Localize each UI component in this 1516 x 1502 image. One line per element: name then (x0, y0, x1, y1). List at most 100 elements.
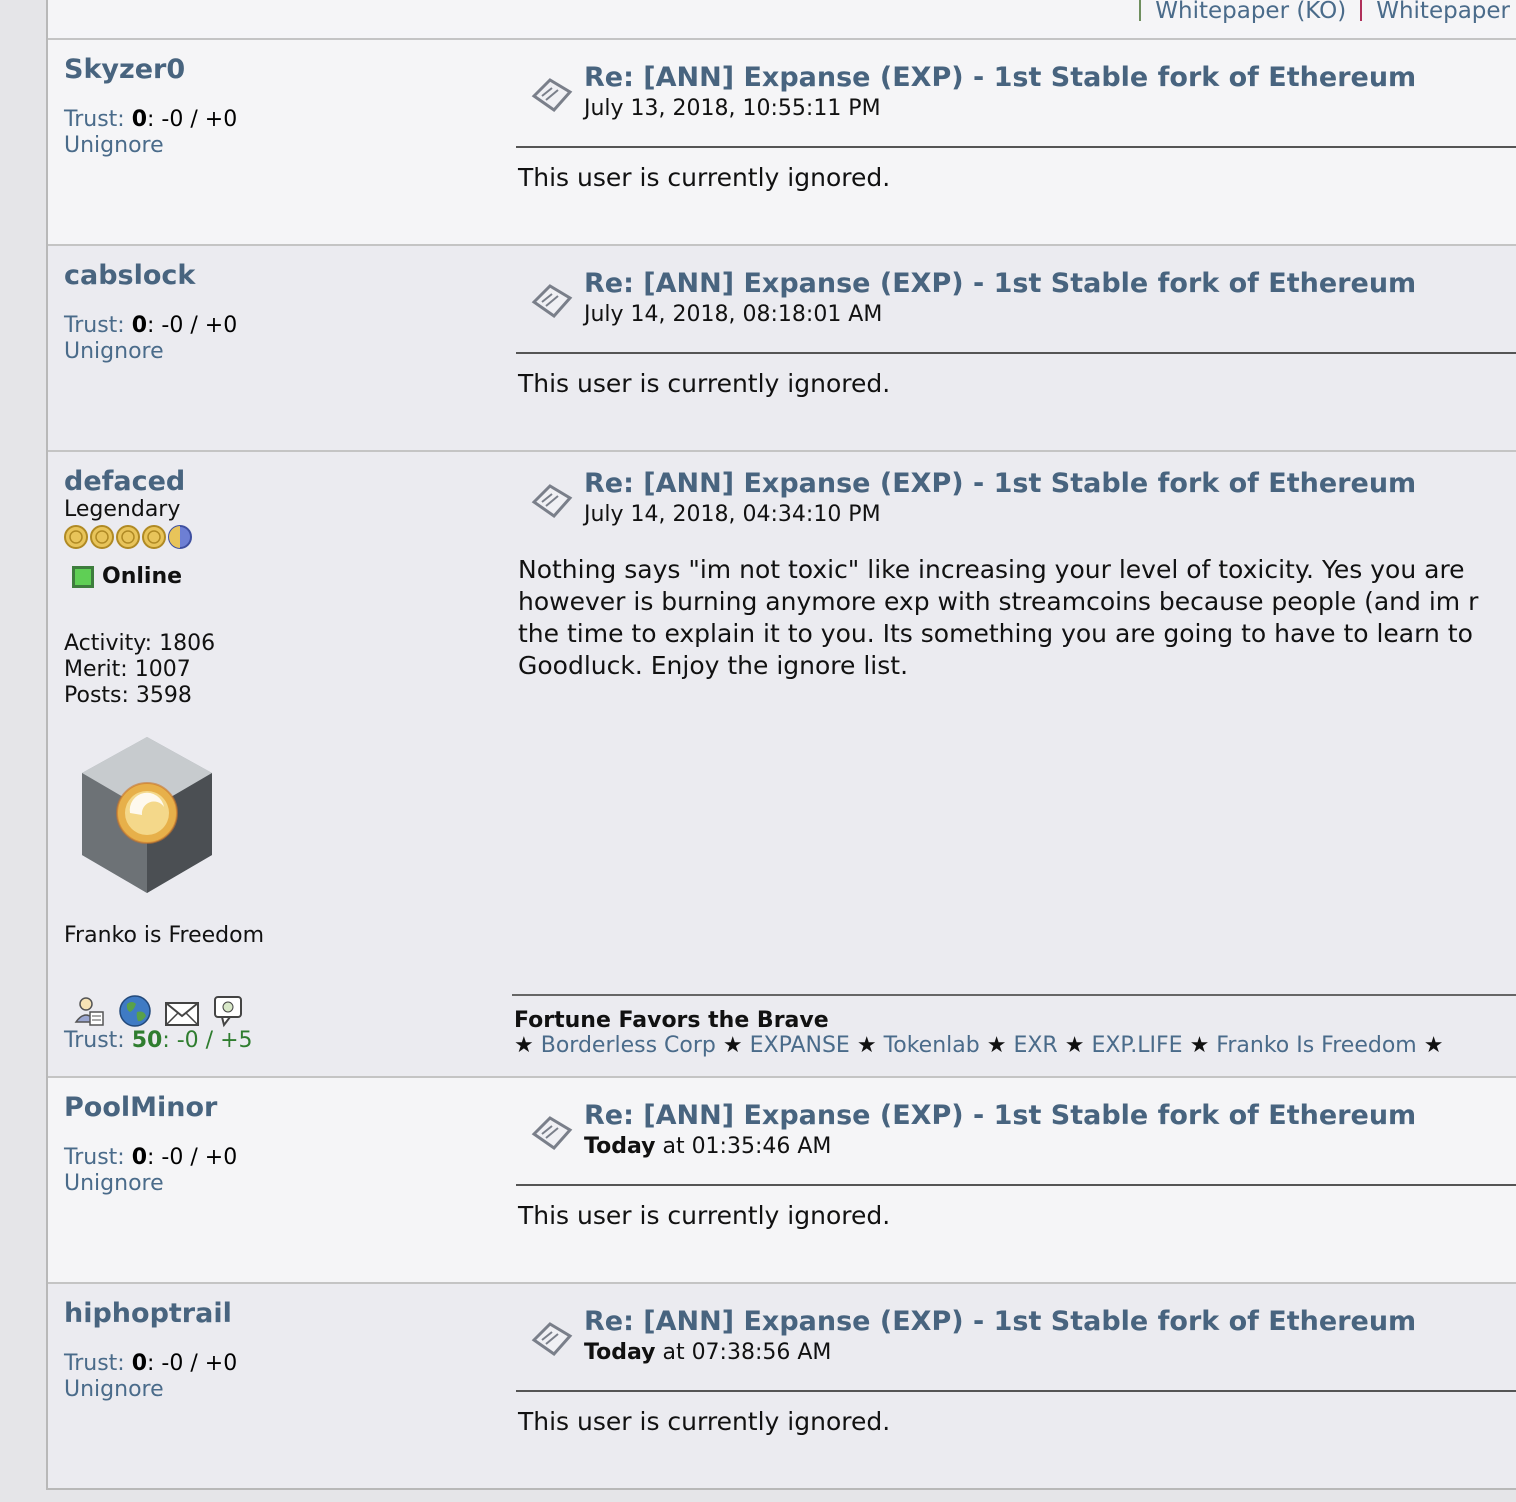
post-cabslock: cabslock Trust: 0: -0 / +0 Unignore Re: … (48, 246, 1516, 452)
sig-link-exr[interactable]: EXR (1013, 1033, 1057, 1058)
header-divider (516, 1184, 1516, 1186)
post-date: Today at 01:35:46 AM (584, 1134, 831, 1159)
trust-rating: Trust: 0: -0 / +0 (64, 1145, 484, 1171)
star-icon: ★ (1189, 1033, 1210, 1058)
post-date: July 13, 2018, 10:55:11 PM (584, 96, 881, 121)
trust-label[interactable]: Trust: (64, 1028, 125, 1053)
website-globe-icon[interactable] (118, 994, 152, 1028)
signature: Fortune Favors the Brave ★ Borderless Co… (514, 1008, 1516, 1058)
post-hiphoptrail: hiphoptrail Trust: 0: -0 / +0 Unignore R… (48, 1284, 1516, 1488)
post-topic-icon (531, 1322, 573, 1356)
top-links-strip: Whitepaper (KO) Whitepaper (48, 0, 1516, 40)
rank-coins-icon (64, 525, 192, 549)
post-title-link[interactable]: Re: [ANN] Expanse (EXP) - 1st Stable for… (584, 468, 1416, 499)
trust-values: : -0 / +5 (162, 1028, 253, 1053)
post-body-line: Nothing says "im not toxic" like increas… (518, 555, 1465, 584)
username-link[interactable]: Skyzer0 (64, 54, 484, 85)
unignore-link[interactable]: Unignore (64, 1171, 484, 1197)
signature-divider (512, 994, 1516, 996)
post-date: July 14, 2018, 08:18:01 AM (584, 302, 883, 327)
trust-label[interactable]: Trust: (64, 1145, 125, 1170)
trust-score: 0 (131, 1145, 148, 1170)
link-separator (1360, 0, 1363, 21)
unignore-link[interactable]: Unignore (64, 1377, 484, 1403)
whitepaper-ko-link[interactable]: Whitepaper (KO) (1155, 0, 1346, 24)
trust-label[interactable]: Trust: (64, 313, 125, 338)
signature-title: Fortune Favors the Brave (514, 1008, 829, 1033)
online-indicator-icon (72, 565, 94, 588)
trust-label[interactable]: Trust: (64, 107, 125, 132)
post-body: This user is currently ignored. (518, 163, 891, 192)
post-topic-icon (531, 1116, 573, 1150)
post-title-link[interactable]: Re: [ANN] Expanse (EXP) - 1st Stable for… (584, 1306, 1416, 1337)
sig-link-expanse[interactable]: EXPANSE (750, 1033, 850, 1058)
profile-icon[interactable] (72, 994, 106, 1028)
post-body: This user is currently ignored. (518, 1201, 891, 1230)
star-icon: ★ (986, 1033, 1007, 1058)
header-divider (516, 352, 1516, 354)
merit-stat: Merit: 1007 (64, 657, 191, 682)
star-icon: ★ (1423, 1033, 1444, 1058)
post-body-line: Goodluck. Enjoy the ignore list. (518, 651, 909, 680)
poster-info: Skyzer0 Trust: 0: -0 / +0 Unignore (64, 54, 484, 159)
date-today: Today (584, 1134, 656, 1159)
date-time: at 01:35:46 AM (655, 1134, 832, 1159)
username-link[interactable]: hiphoptrail (64, 1298, 484, 1329)
trust-score: 50 (131, 1028, 163, 1053)
sig-link-exp-life[interactable]: EXP.LIFE (1091, 1033, 1182, 1058)
avatar (82, 737, 212, 893)
trust-score: 0 (131, 313, 148, 338)
rank-stars (64, 524, 484, 550)
post-body-line: however is burning anymore exp with stre… (518, 587, 1479, 616)
trust-label[interactable]: Trust: (64, 1351, 125, 1376)
post-poolminor: PoolMinor Trust: 0: -0 / +0 Unignore Re:… (48, 1078, 1516, 1284)
trust-score: 0 (131, 107, 148, 132)
member-rank: Legendary (64, 497, 181, 522)
post-date: July 14, 2018, 04:34:10 PM (584, 502, 881, 527)
username-link[interactable]: cabslock (64, 260, 484, 291)
post-skyzer0: Skyzer0 Trust: 0: -0 / +0 Unignore Re: [… (48, 40, 1516, 246)
date-time: at 07:38:56 AM (655, 1340, 832, 1365)
post-topic-icon (531, 284, 573, 318)
post-body-line: the time to explain it to you. Its somet… (518, 619, 1473, 648)
trust-values: : -0 / +0 (147, 1351, 238, 1376)
trust-values: : -0 / +0 (147, 1145, 238, 1170)
profile-action-icons (64, 994, 484, 1028)
trust-rating: Trust: 0: -0 / +0 (64, 1351, 484, 1377)
header-divider (516, 1390, 1516, 1392)
unignore-link[interactable]: Unignore (64, 339, 484, 365)
sig-link-tokenlab[interactable]: Tokenlab (884, 1033, 980, 1058)
trust-rating: Trust: 0: -0 / +0 (64, 107, 484, 133)
post-body: Nothing says "im not toxic" like increas… (518, 554, 1478, 682)
post-title-link[interactable]: Re: [ANN] Expanse (EXP) - 1st Stable for… (584, 1100, 1416, 1131)
sig-link-borderless-corp[interactable]: Borderless Corp (541, 1033, 716, 1058)
sig-link-franko[interactable]: Franko Is Freedom (1216, 1033, 1416, 1058)
activity-stat: Activity: 1806 (64, 631, 216, 656)
signature-links: ★ Borderless Corp ★ EXPANSE ★ Tokenlab ★… (514, 1033, 1516, 1058)
header-divider (516, 146, 1516, 148)
trust-values: : -0 / +0 (147, 107, 238, 132)
personal-text: Franko is Freedom (64, 923, 265, 948)
whitepaper-link[interactable]: Whitepaper (1376, 0, 1510, 24)
username-link[interactable]: defaced (64, 466, 484, 497)
unignore-link[interactable]: Unignore (64, 133, 484, 159)
online-status: Online (64, 564, 484, 589)
post-body: This user is currently ignored. (518, 1407, 891, 1436)
date-today: Today (584, 1340, 656, 1365)
poster-info: cabslock Trust: 0: -0 / +0 Unignore (64, 260, 484, 365)
trust-rating: Trust: 0: -0 / +0 (64, 313, 484, 339)
star-icon: ★ (856, 1033, 877, 1058)
posts-stat: Posts: 3598 (64, 683, 192, 708)
email-icon[interactable] (164, 1000, 200, 1028)
post-title-link[interactable]: Re: [ANN] Expanse (EXP) - 1st Stable for… (584, 62, 1416, 93)
personal-message-icon[interactable] (212, 994, 246, 1028)
whitepaper-links: Whitepaper (KO) Whitepaper (1125, 0, 1510, 24)
poster-info: PoolMinor Trust: 0: -0 / +0 Unignore (64, 1092, 484, 1197)
trust-values: : -0 / +0 (147, 313, 238, 338)
topic-post-list: Whitepaper (KO) Whitepaper Skyzer0 Trust:… (46, 0, 1516, 1490)
post-topic-icon (531, 78, 573, 112)
star-icon: ★ (722, 1033, 743, 1058)
username-link[interactable]: PoolMinor (64, 1092, 484, 1123)
post-topic-icon (531, 484, 573, 518)
post-title-link[interactable]: Re: [ANN] Expanse (EXP) - 1st Stable for… (584, 268, 1416, 299)
